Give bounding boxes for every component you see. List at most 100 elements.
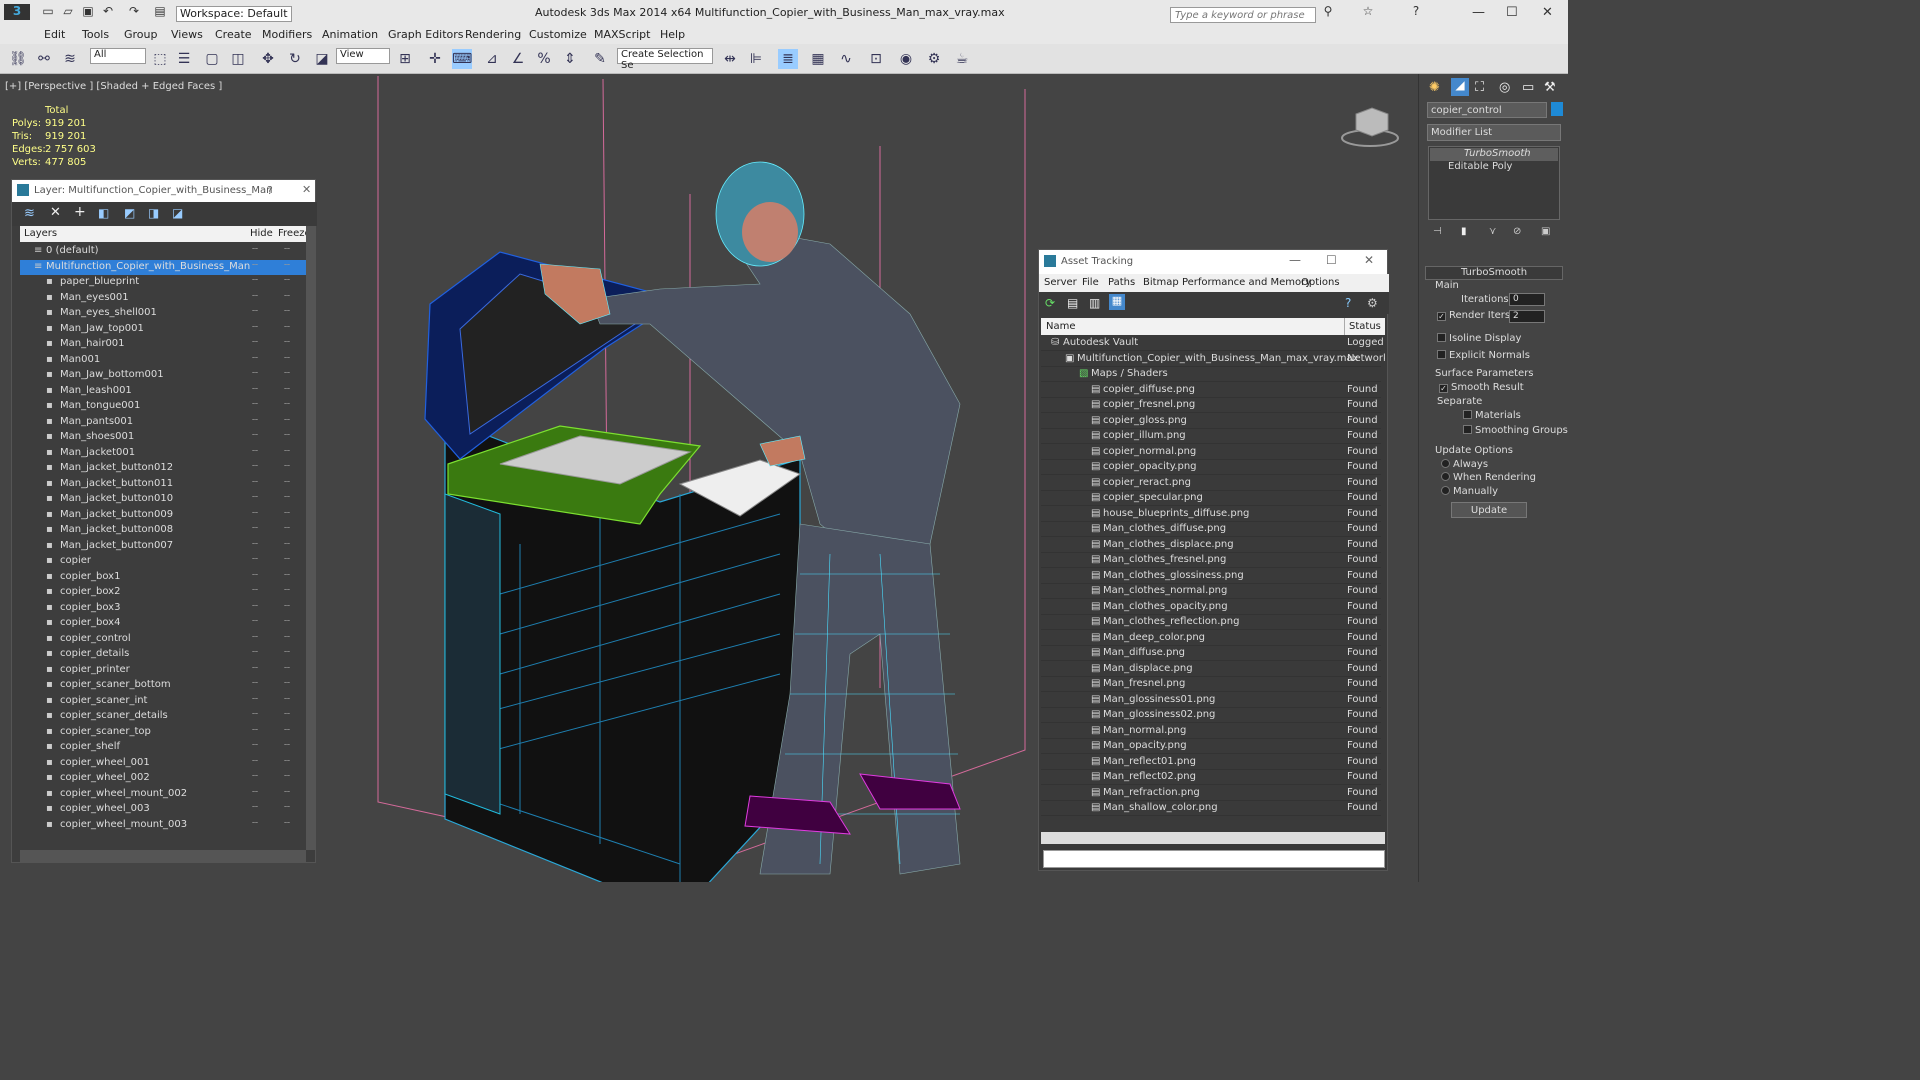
hierarchy-tab-icon[interactable]: ⛶ <box>1475 80 1484 95</box>
create-tab-icon[interactable]: ✺ <box>1429 80 1440 95</box>
layer-vertical-scrollbar[interactable] <box>306 226 315 850</box>
hide-toggle[interactable]: ┄ <box>252 337 258 348</box>
layer-row[interactable]: ▪ Man_leash001 ┄ ┄ <box>20 384 306 399</box>
hide-toggle[interactable]: ┄ <box>252 244 258 255</box>
asset-row[interactable]: ▤ copier_specular.png Found <box>1041 491 1381 506</box>
select-manipulate-icon[interactable]: ✛ <box>425 49 445 69</box>
hide-toggle[interactable]: ┄ <box>252 663 258 674</box>
layer-row[interactable]: ▪ copier_wheel_003 ┄ ┄ <box>20 802 306 817</box>
freeze-toggle[interactable]: ┄ <box>284 663 290 674</box>
binoculars-icon[interactable]: ⚲ <box>1320 4 1336 20</box>
hide-toggle[interactable]: ┄ <box>252 725 258 736</box>
asset-row[interactable]: ▤ Man_clothes_displace.png Found <box>1041 538 1381 553</box>
hide-toggle[interactable]: ┄ <box>252 740 258 751</box>
layer-horizontal-scrollbar[interactable] <box>20 850 306 862</box>
hide-toggle[interactable]: ┄ <box>252 461 258 472</box>
freeze-toggle[interactable]: ┄ <box>284 585 290 596</box>
layer-row[interactable]: ▪ Man_eyes_shell001 ┄ ┄ <box>20 306 306 321</box>
table-view-icon[interactable]: ▦ <box>1109 294 1125 310</box>
undo-icon[interactable]: ↶ <box>100 4 116 20</box>
freeze-toggle[interactable]: ┄ <box>284 771 290 782</box>
render-iters-checkbox[interactable]: ✓ <box>1437 312 1446 321</box>
layer-row[interactable]: ▪ Man_jacket_button007 ┄ ┄ <box>20 539 306 554</box>
asset-row[interactable]: ▤ Man_opacity.png Found <box>1041 739 1381 754</box>
layer-row[interactable]: ▪ copier_scaner_bottom ┄ ┄ <box>20 678 306 693</box>
hide-toggle[interactable]: ┄ <box>252 508 258 519</box>
window-crossing-icon[interactable]: ◫ <box>228 49 248 69</box>
new-layer-icon[interactable]: ≋ <box>24 206 35 221</box>
render-iters-spinner[interactable]: 2 <box>1509 310 1545 323</box>
freeze-toggle[interactable]: ┄ <box>284 554 290 565</box>
asset-row[interactable]: ▤ Man_glossiness02.png Found <box>1041 708 1381 723</box>
hide-toggle[interactable]: ┄ <box>252 585 258 596</box>
asset-row[interactable]: ▤ Man_reflect01.png Found <box>1041 755 1381 770</box>
freeze-toggle[interactable]: ┄ <box>284 601 290 612</box>
edit-named-selection-icon[interactable]: ✎ <box>590 49 610 69</box>
asset-menu-options[interactable]: Options <box>1301 277 1340 288</box>
materials-checkbox[interactable] <box>1463 410 1472 419</box>
col-name[interactable]: Name <box>1046 321 1076 332</box>
hide-toggle[interactable]: ┄ <box>252 291 258 302</box>
hide-toggle[interactable]: ┄ <box>252 818 258 829</box>
hide-toggle[interactable]: ┄ <box>252 647 258 658</box>
layer-row[interactable]: ▪ copier_box2 ┄ ┄ <box>20 585 306 600</box>
isoline-checkbox[interactable] <box>1437 333 1446 342</box>
layer-panel-close-button[interactable]: ✕ <box>302 183 311 196</box>
select-objects-icon[interactable]: ◧ <box>98 206 109 220</box>
col-status[interactable]: Status <box>1349 321 1381 332</box>
asset-row[interactable]: ▤ Man_deep_color.png Found <box>1041 631 1381 646</box>
asset-row[interactable]: ▤ copier_normal.png Found <box>1041 445 1381 460</box>
layer-row[interactable]: ▪ copier_wheel_001 ┄ ┄ <box>20 756 306 771</box>
hide-toggle[interactable]: ┄ <box>252 275 258 286</box>
asset-row[interactable]: ▤ Man_normal.png Found <box>1041 724 1381 739</box>
layer-row[interactable]: ▪ copier_box1 ┄ ┄ <box>20 570 306 585</box>
hide-toggle[interactable]: ┄ <box>252 477 258 488</box>
star-icon[interactable]: ☆ <box>1360 4 1376 20</box>
smooth-result-checkbox[interactable]: ✓ <box>1439 384 1448 393</box>
layer-row[interactable]: ▪ Man001 ┄ ┄ <box>20 353 306 368</box>
pin-stack-icon[interactable]: ⊣ <box>1433 226 1442 237</box>
keyboard-shortcut-icon[interactable]: ⌨ <box>452 49 472 69</box>
layer-row[interactable]: ▪ copier_scaner_int ┄ ┄ <box>20 694 306 709</box>
menu-views[interactable]: Views <box>171 28 203 41</box>
hide-toggle[interactable]: ┄ <box>252 415 258 426</box>
manually-radio[interactable] <box>1441 486 1450 495</box>
angle-snap-icon[interactable]: ∠ <box>508 49 528 69</box>
mirror-icon[interactable]: ⇹ <box>720 49 740 69</box>
freeze-toggle[interactable]: ┄ <box>284 368 290 379</box>
layer-row[interactable]: ▪ copier_wheel_002 ┄ ┄ <box>20 771 306 786</box>
menu-maxscript[interactable]: MAXScript <box>594 28 650 41</box>
asset-menu-server[interactable]: Server <box>1044 277 1077 288</box>
snaps-toggle-icon[interactable]: ⊿ <box>482 49 502 69</box>
asset-minimize-icon[interactable]: — <box>1289 253 1301 267</box>
project-icon[interactable]: ▤ <box>152 4 168 20</box>
make-unique-icon[interactable]: ⋎ <box>1489 226 1496 237</box>
asset-row[interactable]: ▤ Man_clothes_reflection.png Found <box>1041 615 1381 630</box>
list-view-icon[interactable]: ▤ <box>1067 296 1078 310</box>
menu-graph-editors[interactable]: Graph Editors <box>388 28 464 41</box>
named-selection-set-select[interactable]: Create Selection Se <box>617 48 713 71</box>
hide-toggle[interactable]: ┄ <box>252 632 258 643</box>
delete-layer-icon[interactable]: ✕ <box>50 205 61 220</box>
layer-row[interactable]: ▪ Man_Jaw_top001 ┄ ┄ <box>20 322 306 337</box>
layer-row[interactable]: ▪ Man_jacket_button012 ┄ ┄ <box>20 461 306 476</box>
layer-row[interactable]: ▪ Man_hair001 ┄ ┄ <box>20 337 306 352</box>
refresh-icon[interactable]: ⟳ <box>1045 296 1055 310</box>
object-name-field[interactable]: copier_control <box>1427 102 1547 118</box>
hide-toggle[interactable]: ┄ <box>252 616 258 627</box>
asset-row[interactable]: ▤ Man_clothes_diffuse.png Found <box>1041 522 1381 537</box>
asset-close-icon[interactable]: ✕ <box>1364 253 1374 267</box>
layer-row[interactable]: ▪ copier_wheel_mount_003 ┄ ┄ <box>20 818 306 833</box>
layer-row[interactable]: ▪ Man_jacket_button009 ┄ ┄ <box>20 508 306 523</box>
freeze-toggle[interactable]: ┄ <box>284 477 290 488</box>
hide-toggle[interactable]: ┄ <box>252 601 258 612</box>
freeze-toggle[interactable]: ┄ <box>284 415 290 426</box>
iterations-spinner[interactable]: 0 <box>1509 293 1545 306</box>
close-icon[interactable]: ✕ <box>1542 5 1553 20</box>
scale-icon[interactable]: ◪ <box>312 49 332 69</box>
hide-toggle[interactable]: ┄ <box>252 430 258 441</box>
asset-settings-icon[interactable]: ⚙ <box>1367 296 1378 310</box>
layer-row[interactable]: ▪ copier ┄ ┄ <box>20 554 306 569</box>
freeze-toggle[interactable]: ┄ <box>284 632 290 643</box>
freeze-toggle[interactable]: ┄ <box>284 802 290 813</box>
